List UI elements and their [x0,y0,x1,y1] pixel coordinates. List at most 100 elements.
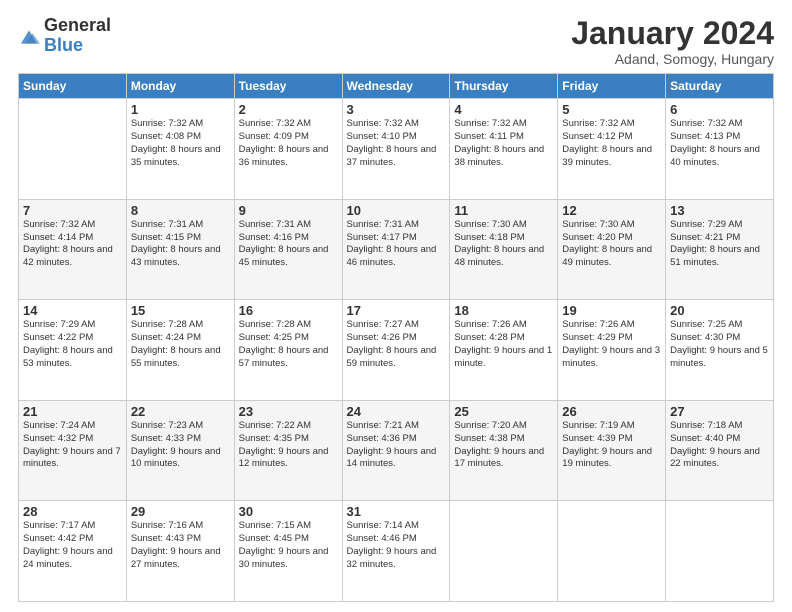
day-number: 6 [670,102,769,117]
day-cell: 21Sunrise: 7:24 AMSunset: 4:32 PMDayligh… [19,400,127,501]
day-cell: 13Sunrise: 7:29 AMSunset: 4:21 PMDayligh… [666,199,774,300]
day-cell: 26Sunrise: 7:19 AMSunset: 4:39 PMDayligh… [558,400,666,501]
day-info: Sunrise: 7:32 AMSunset: 4:08 PMDaylight:… [131,118,230,169]
day-cell: 19Sunrise: 7:26 AMSunset: 4:29 PMDayligh… [558,300,666,401]
day-info: Sunrise: 7:30 AMSunset: 4:20 PMDaylight:… [562,219,661,270]
day-number: 17 [347,303,446,318]
day-info: Sunrise: 7:23 AMSunset: 4:33 PMDaylight:… [131,420,230,471]
day-cell: 14Sunrise: 7:29 AMSunset: 4:22 PMDayligh… [19,300,127,401]
week-row-3: 14Sunrise: 7:29 AMSunset: 4:22 PMDayligh… [19,300,774,401]
day-cell [666,501,774,602]
day-header-wednesday: Wednesday [342,74,450,99]
day-number: 28 [23,504,122,519]
day-number: 10 [347,203,446,218]
day-number: 14 [23,303,122,318]
day-info: Sunrise: 7:32 AMSunset: 4:12 PMDaylight:… [562,118,661,169]
day-number: 25 [454,404,553,419]
day-number: 4 [454,102,553,117]
day-info: Sunrise: 7:31 AMSunset: 4:16 PMDaylight:… [239,219,338,270]
day-info: Sunrise: 7:32 AMSunset: 4:14 PMDaylight:… [23,219,122,270]
day-cell: 27Sunrise: 7:18 AMSunset: 4:40 PMDayligh… [666,400,774,501]
day-number: 9 [239,203,338,218]
day-number: 27 [670,404,769,419]
day-header-sunday: Sunday [19,74,127,99]
day-info: Sunrise: 7:28 AMSunset: 4:25 PMDaylight:… [239,319,338,370]
day-info: Sunrise: 7:29 AMSunset: 4:21 PMDaylight:… [670,219,769,270]
day-cell: 2Sunrise: 7:32 AMSunset: 4:09 PMDaylight… [234,99,342,200]
day-info: Sunrise: 7:30 AMSunset: 4:18 PMDaylight:… [454,219,553,270]
day-info: Sunrise: 7:21 AMSunset: 4:36 PMDaylight:… [347,420,446,471]
day-number: 3 [347,102,446,117]
day-cell: 20Sunrise: 7:25 AMSunset: 4:30 PMDayligh… [666,300,774,401]
day-cell: 24Sunrise: 7:21 AMSunset: 4:36 PMDayligh… [342,400,450,501]
day-info: Sunrise: 7:19 AMSunset: 4:39 PMDaylight:… [562,420,661,471]
day-number: 26 [562,404,661,419]
day-info: Sunrise: 7:18 AMSunset: 4:40 PMDaylight:… [670,420,769,471]
day-cell: 22Sunrise: 7:23 AMSunset: 4:33 PMDayligh… [126,400,234,501]
day-cell: 11Sunrise: 7:30 AMSunset: 4:18 PMDayligh… [450,199,558,300]
day-cell: 6Sunrise: 7:32 AMSunset: 4:13 PMDaylight… [666,99,774,200]
day-number: 12 [562,203,661,218]
day-number: 30 [239,504,338,519]
month-title: January 2024 [571,16,774,51]
day-number: 16 [239,303,338,318]
day-cell [19,99,127,200]
logo-general: General [44,16,111,36]
day-info: Sunrise: 7:26 AMSunset: 4:28 PMDaylight:… [454,319,553,370]
day-info: Sunrise: 7:17 AMSunset: 4:42 PMDaylight:… [23,520,122,571]
day-info: Sunrise: 7:31 AMSunset: 4:15 PMDaylight:… [131,219,230,270]
day-info: Sunrise: 7:20 AMSunset: 4:38 PMDaylight:… [454,420,553,471]
day-cell: 9Sunrise: 7:31 AMSunset: 4:16 PMDaylight… [234,199,342,300]
day-cell: 12Sunrise: 7:30 AMSunset: 4:20 PMDayligh… [558,199,666,300]
day-number: 5 [562,102,661,117]
day-cell: 17Sunrise: 7:27 AMSunset: 4:26 PMDayligh… [342,300,450,401]
day-cell: 31Sunrise: 7:14 AMSunset: 4:46 PMDayligh… [342,501,450,602]
day-cell: 18Sunrise: 7:26 AMSunset: 4:28 PMDayligh… [450,300,558,401]
day-number: 8 [131,203,230,218]
day-info: Sunrise: 7:29 AMSunset: 4:22 PMDaylight:… [23,319,122,370]
day-number: 1 [131,102,230,117]
day-number: 31 [347,504,446,519]
day-cell: 8Sunrise: 7:31 AMSunset: 4:15 PMDaylight… [126,199,234,300]
day-number: 7 [23,203,122,218]
day-cell: 10Sunrise: 7:31 AMSunset: 4:17 PMDayligh… [342,199,450,300]
day-cell: 5Sunrise: 7:32 AMSunset: 4:12 PMDaylight… [558,99,666,200]
day-number: 15 [131,303,230,318]
day-cell [450,501,558,602]
day-info: Sunrise: 7:32 AMSunset: 4:13 PMDaylight:… [670,118,769,169]
day-info: Sunrise: 7:22 AMSunset: 4:35 PMDaylight:… [239,420,338,471]
calendar-page: General Blue January 2024 Adand, Somogy,… [0,0,792,612]
day-info: Sunrise: 7:24 AMSunset: 4:32 PMDaylight:… [23,420,122,471]
day-cell: 4Sunrise: 7:32 AMSunset: 4:11 PMDaylight… [450,99,558,200]
day-cell: 16Sunrise: 7:28 AMSunset: 4:25 PMDayligh… [234,300,342,401]
day-info: Sunrise: 7:26 AMSunset: 4:29 PMDaylight:… [562,319,661,370]
day-info: Sunrise: 7:27 AMSunset: 4:26 PMDaylight:… [347,319,446,370]
day-cell: 3Sunrise: 7:32 AMSunset: 4:10 PMDaylight… [342,99,450,200]
day-number: 21 [23,404,122,419]
day-cell: 23Sunrise: 7:22 AMSunset: 4:35 PMDayligh… [234,400,342,501]
day-cell: 7Sunrise: 7:32 AMSunset: 4:14 PMDaylight… [19,199,127,300]
day-header-tuesday: Tuesday [234,74,342,99]
week-row-1: 1Sunrise: 7:32 AMSunset: 4:08 PMDaylight… [19,99,774,200]
day-info: Sunrise: 7:32 AMSunset: 4:10 PMDaylight:… [347,118,446,169]
day-header-saturday: Saturday [666,74,774,99]
day-number: 29 [131,504,230,519]
day-info: Sunrise: 7:14 AMSunset: 4:46 PMDaylight:… [347,520,446,571]
day-cell: 25Sunrise: 7:20 AMSunset: 4:38 PMDayligh… [450,400,558,501]
day-cell: 15Sunrise: 7:28 AMSunset: 4:24 PMDayligh… [126,300,234,401]
day-number: 24 [347,404,446,419]
day-number: 13 [670,203,769,218]
calendar-table: SundayMondayTuesdayWednesdayThursdayFrid… [18,73,774,602]
logo-icon [18,26,40,48]
day-number: 22 [131,404,230,419]
day-number: 2 [239,102,338,117]
day-cell: 1Sunrise: 7:32 AMSunset: 4:08 PMDaylight… [126,99,234,200]
week-row-5: 28Sunrise: 7:17 AMSunset: 4:42 PMDayligh… [19,501,774,602]
day-number: 20 [670,303,769,318]
header-row: SundayMondayTuesdayWednesdayThursdayFrid… [19,74,774,99]
day-header-friday: Friday [558,74,666,99]
day-info: Sunrise: 7:31 AMSunset: 4:17 PMDaylight:… [347,219,446,270]
day-number: 23 [239,404,338,419]
week-row-2: 7Sunrise: 7:32 AMSunset: 4:14 PMDaylight… [19,199,774,300]
logo: General Blue [18,16,111,56]
